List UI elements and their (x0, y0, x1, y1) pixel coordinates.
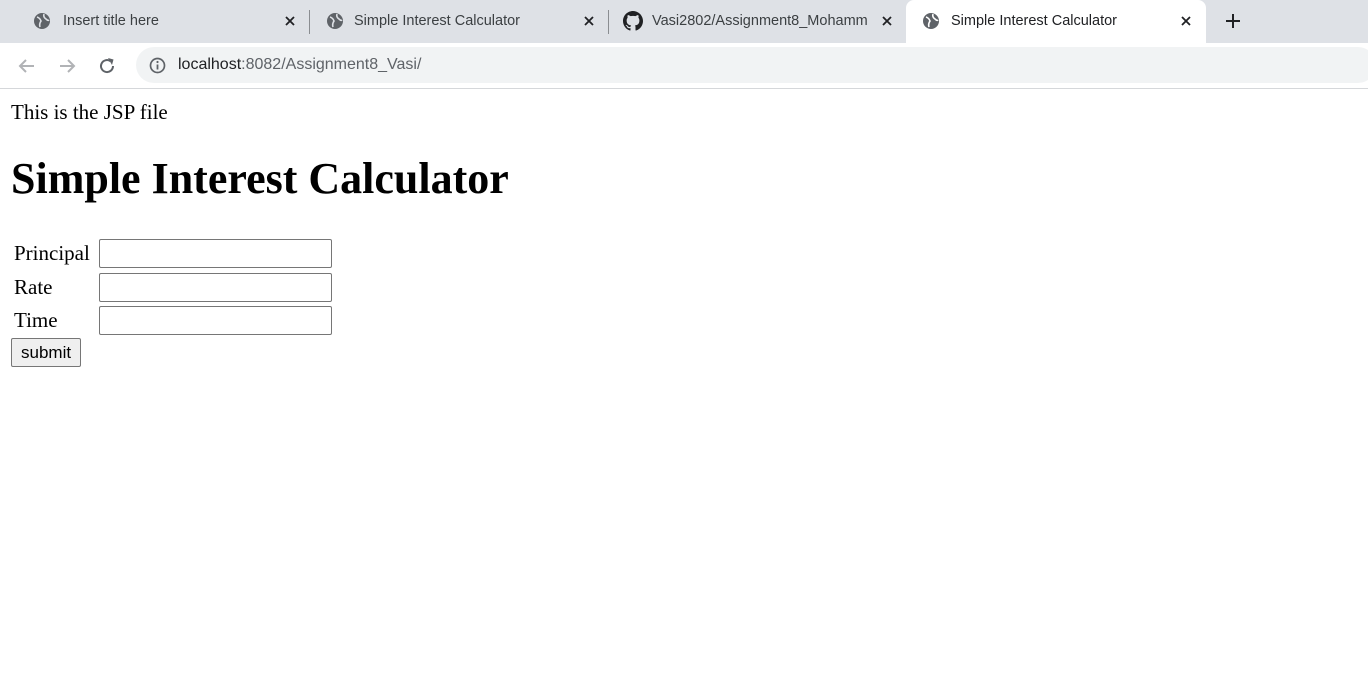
page-content: This is the JSP file Simple Interest Cal… (0, 89, 1368, 691)
address-bar[interactable]: localhost:8082/Assignment8_Vasi/ (136, 47, 1368, 83)
tab-github[interactable]: Vasi2802/Assignment8_Mohamm (609, 0, 905, 43)
globe-icon (34, 13, 50, 29)
github-icon (623, 11, 643, 31)
browser-toolbar: localhost:8082/Assignment8_Vasi/ (0, 43, 1368, 89)
tab-simple-interest-1[interactable]: Simple Interest Calculator (310, 0, 608, 43)
submit-button[interactable]: submit (11, 338, 82, 367)
forward-arrow-icon[interactable] (57, 56, 77, 76)
tab-title: Simple Interest Calculator (354, 13, 521, 29)
url-path: :8082/Assignment8_Vasi/ (241, 56, 422, 73)
reload-icon[interactable] (97, 56, 117, 76)
tab-insert-title[interactable]: Insert title here (8, 0, 308, 43)
url-host: localhost (178, 56, 242, 73)
tab-title: Vasi2802/Assignment8_Mohamm (652, 13, 868, 29)
tab-title: Simple Interest Calculator (951, 13, 1118, 29)
tab-simple-interest-active[interactable]: Simple Interest Calculator (906, 0, 1206, 43)
back-arrow-icon[interactable] (17, 56, 37, 76)
time-input[interactable] (99, 306, 332, 335)
url-text[interactable]: localhost:8082/Assignment8_Vasi/ (178, 55, 421, 75)
new-tab-plus-icon[interactable] (1223, 11, 1243, 31)
tab-title: Insert title here (63, 13, 159, 29)
rate-label: Rate (14, 274, 53, 299)
principal-input[interactable] (99, 239, 332, 268)
close-icon[interactable] (283, 14, 297, 28)
rate-input[interactable] (99, 272, 332, 302)
tab-strip: Insert title here Simple Interest Calcul… (0, 0, 1368, 43)
info-icon[interactable] (149, 57, 166, 74)
principal-label: Principal (14, 241, 90, 265)
globe-icon (923, 13, 939, 29)
intro-text: This is the JSP file (11, 100, 168, 124)
close-icon[interactable] (582, 14, 596, 28)
close-icon[interactable] (880, 14, 894, 28)
time-label: Time (14, 308, 58, 332)
page-title: Simple Interest Calculator (11, 154, 509, 203)
globe-icon (327, 13, 343, 29)
close-icon[interactable] (1179, 14, 1193, 28)
